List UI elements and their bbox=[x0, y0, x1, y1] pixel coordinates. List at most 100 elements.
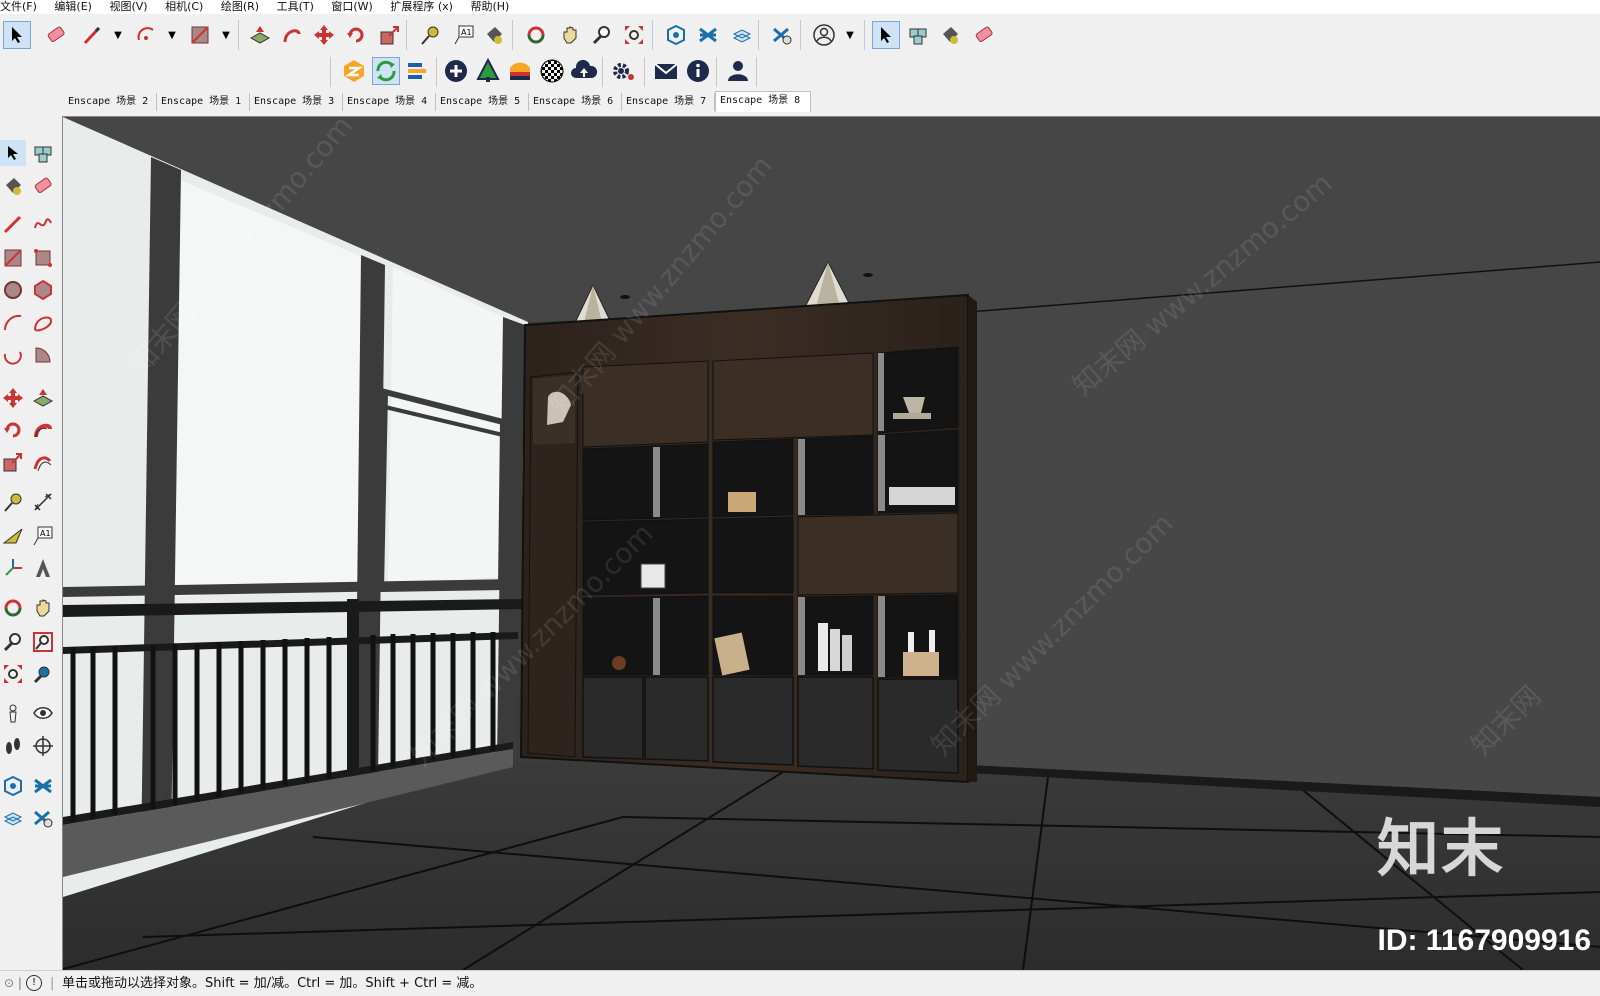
scale-icon[interactable] bbox=[0, 449, 26, 475]
live-update-icon[interactable] bbox=[372, 57, 400, 85]
menu-window[interactable]: 窗口(W) bbox=[331, 0, 372, 14]
rotate-icon[interactable] bbox=[342, 21, 370, 49]
menu-file[interactable]: 文件(F) bbox=[0, 0, 37, 14]
rotated-rectangle-icon[interactable] bbox=[30, 245, 56, 271]
look-around-icon[interactable] bbox=[30, 700, 56, 726]
menu-camera[interactable]: 相机(C) bbox=[165, 0, 203, 14]
extension-warehouse-icon[interactable] bbox=[30, 773, 56, 799]
chevron-down-icon[interactable]: ▼ bbox=[836, 21, 864, 49]
push-pull-icon[interactable] bbox=[246, 21, 274, 49]
chevron-down-icon[interactable]: ▼ bbox=[104, 21, 132, 49]
component-icon[interactable] bbox=[30, 140, 56, 166]
menu-edit[interactable]: 编辑(E) bbox=[54, 0, 92, 14]
chevron-down-icon[interactable]: ▼ bbox=[158, 21, 186, 49]
three-point-arc-icon[interactable] bbox=[0, 342, 26, 368]
position-camera-icon[interactable] bbox=[0, 700, 26, 726]
section-plane-icon[interactable] bbox=[30, 733, 56, 759]
protractor-icon[interactable] bbox=[0, 523, 26, 549]
tab-scene-5[interactable]: Enscape 场景 5 bbox=[436, 93, 529, 111]
rotate-icon[interactable] bbox=[0, 417, 26, 443]
3d-warehouse-icon[interactable] bbox=[0, 773, 26, 799]
tape-measure-icon[interactable] bbox=[0, 489, 26, 515]
upload-icon[interactable] bbox=[570, 57, 598, 85]
paint-bucket-icon[interactable] bbox=[936, 21, 964, 49]
two-point-arc-icon[interactable] bbox=[30, 310, 56, 336]
model-viewport[interactable]: 知末网 www.znzmo.com 知末网 www.znzmo.com 知末网 … bbox=[62, 116, 1600, 970]
info-icon[interactable]: ! bbox=[26, 975, 42, 991]
tab-scene-7[interactable]: Enscape 场景 7 bbox=[622, 93, 715, 111]
paint-bucket-icon[interactable] bbox=[480, 21, 508, 49]
materials-icon[interactable] bbox=[506, 57, 534, 85]
layout-icon[interactable] bbox=[728, 21, 756, 49]
add-icon[interactable] bbox=[442, 57, 470, 85]
menu-help[interactable]: 帮助(H) bbox=[470, 0, 509, 14]
start-enscape-icon[interactable] bbox=[340, 57, 368, 85]
extension-manager-icon[interactable] bbox=[768, 21, 796, 49]
text-icon[interactable]: A1 bbox=[450, 21, 478, 49]
menu-extensions[interactable]: 扩展程序 (x) bbox=[390, 0, 453, 14]
offset-icon[interactable] bbox=[30, 449, 56, 475]
settings-icon[interactable] bbox=[610, 57, 638, 85]
checker-icon[interactable] bbox=[538, 57, 566, 85]
polygon-icon[interactable] bbox=[30, 277, 56, 303]
extension-manager-icon[interactable] bbox=[30, 805, 56, 831]
menu-tools[interactable]: 工具(T) bbox=[277, 0, 314, 14]
orbit-icon[interactable] bbox=[522, 21, 550, 49]
eraser-icon[interactable] bbox=[30, 173, 56, 199]
push-pull-icon[interactable] bbox=[30, 385, 56, 411]
follow-me-icon[interactable] bbox=[278, 21, 306, 49]
pencil-icon[interactable] bbox=[78, 21, 106, 49]
walk-icon[interactable] bbox=[0, 733, 26, 759]
move-icon[interactable] bbox=[0, 385, 26, 411]
dimension-icon[interactable] bbox=[30, 489, 56, 515]
text-icon[interactable]: A1 bbox=[30, 523, 56, 549]
zoom-extents-icon[interactable] bbox=[620, 21, 648, 49]
rectangle-icon[interactable] bbox=[186, 21, 214, 49]
pie-icon[interactable] bbox=[30, 342, 56, 368]
zoom-extents-icon[interactable] bbox=[0, 661, 26, 687]
arc-icon[interactable] bbox=[0, 310, 26, 336]
zoom-icon[interactable] bbox=[0, 629, 26, 655]
feedback-icon[interactable] bbox=[652, 57, 680, 85]
component-icon[interactable] bbox=[904, 21, 932, 49]
menu-draw[interactable]: 绘图(R) bbox=[221, 0, 259, 14]
tape-measure-icon[interactable] bbox=[416, 21, 444, 49]
tab-scene-3[interactable]: Enscape 场景 3 bbox=[250, 93, 343, 111]
axes-icon[interactable] bbox=[0, 555, 26, 581]
circle-icon[interactable] bbox=[0, 277, 26, 303]
freehand-icon[interactable] bbox=[30, 211, 56, 237]
zoom-window-icon[interactable] bbox=[30, 629, 56, 655]
zoom-icon[interactable] bbox=[588, 21, 616, 49]
pencil-icon[interactable] bbox=[0, 211, 26, 237]
follow-me-icon[interactable] bbox=[30, 417, 56, 443]
3d-warehouse-icon[interactable] bbox=[662, 21, 690, 49]
account-icon[interactable] bbox=[724, 57, 752, 85]
tab-scene-2[interactable]: Enscape 场景 2 bbox=[64, 93, 157, 111]
pan-icon[interactable] bbox=[30, 595, 56, 621]
orbit-icon[interactable] bbox=[0, 595, 26, 621]
account-icon[interactable] bbox=[810, 21, 838, 49]
3d-text-icon[interactable] bbox=[30, 555, 56, 581]
tab-scene-1[interactable]: Enscape 场景 1 bbox=[157, 93, 250, 111]
extension-warehouse-icon[interactable] bbox=[694, 21, 722, 49]
sync-views-icon[interactable] bbox=[404, 57, 432, 85]
tree-icon[interactable] bbox=[474, 57, 502, 85]
chevron-down-icon[interactable]: ▼ bbox=[212, 21, 240, 49]
previous-view-icon[interactable] bbox=[30, 661, 56, 687]
paint-bucket-icon[interactable] bbox=[0, 173, 26, 199]
tab-scene-6[interactable]: Enscape 场景 6 bbox=[529, 93, 622, 111]
tab-scene-4[interactable]: Enscape 场景 4 bbox=[343, 93, 436, 111]
layout-icon[interactable] bbox=[0, 805, 26, 831]
select-arrow-icon[interactable] bbox=[0, 140, 26, 166]
menu-view[interactable]: 视图(V) bbox=[109, 0, 147, 14]
scale-icon[interactable] bbox=[376, 21, 404, 49]
select-arrow-icon[interactable] bbox=[872, 21, 900, 49]
tab-scene-8[interactable]: Enscape 场景 8 bbox=[715, 91, 811, 112]
arc-icon[interactable] bbox=[132, 21, 160, 49]
select-arrow-icon[interactable] bbox=[3, 21, 31, 49]
eraser-icon[interactable] bbox=[970, 21, 998, 49]
eraser-icon[interactable] bbox=[42, 21, 70, 49]
rectangle-icon[interactable] bbox=[0, 245, 26, 271]
info-icon[interactable] bbox=[684, 57, 712, 85]
move-icon[interactable] bbox=[310, 21, 338, 49]
